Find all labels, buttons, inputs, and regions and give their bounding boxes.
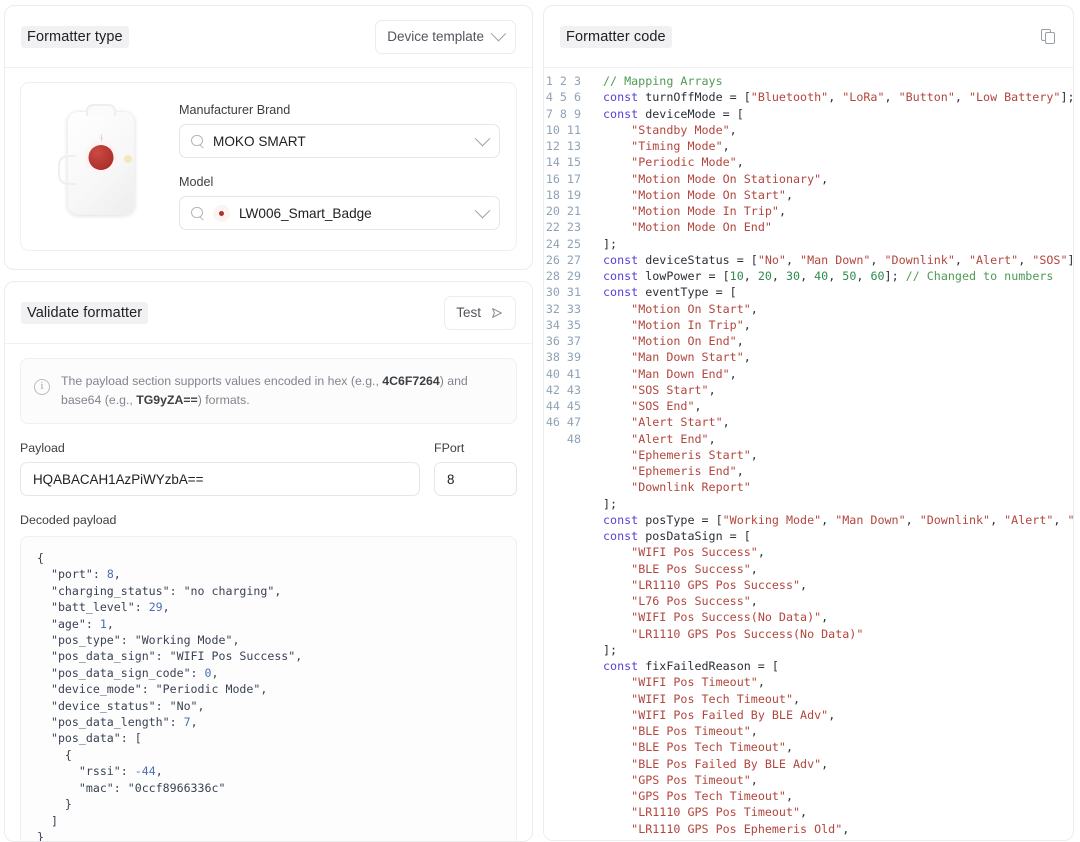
device-template-dropdown[interactable]: Device template bbox=[375, 19, 516, 54]
info-circle-icon: i bbox=[34, 379, 50, 395]
payload-info-text: The payload section supports values enco… bbox=[61, 372, 502, 410]
device-speaker-icon: ∙|∙ bbox=[98, 135, 104, 142]
code-editor[interactable]: 1 2 3 4 5 6 7 8 9 10 11 12 13 14 15 16 1… bbox=[544, 68, 1073, 840]
code-content[interactable]: // Mapping Arrays const turnOffMode = ["… bbox=[590, 73, 1073, 840]
manufacturer-select[interactable]: MOKO SMART bbox=[179, 124, 500, 158]
fport-field: FPort bbox=[434, 441, 517, 496]
validate-formatter-header: Validate formatter Test bbox=[5, 282, 532, 344]
manufacturer-value: MOKO SMART bbox=[213, 133, 306, 149]
formatter-code-header: Formatter code bbox=[544, 6, 1073, 68]
device-led-icon bbox=[124, 155, 132, 163]
formatter-code-card: Formatter code 1 2 3 4 5 6 7 8 9 10 11 1… bbox=[543, 5, 1074, 841]
formatter-page: Formatter type Device template ∙|∙ Manuf… bbox=[0, 0, 1080, 842]
payload-fields-row: Payload FPort bbox=[20, 441, 517, 496]
search-icon bbox=[191, 134, 204, 148]
payload-input[interactable] bbox=[20, 462, 420, 496]
model-label: Model bbox=[179, 175, 214, 189]
payload-info-banner: i The payload section supports values en… bbox=[20, 358, 517, 424]
fport-label: FPort bbox=[434, 441, 465, 455]
field-spacer bbox=[179, 158, 500, 175]
info-suffix: ) formats. bbox=[197, 393, 250, 407]
chevron-down-icon bbox=[490, 25, 507, 42]
copy-icon[interactable] bbox=[1041, 28, 1057, 45]
device-image-wrap: ∙|∙ bbox=[37, 101, 165, 215]
info-prefix: The payload section supports values enco… bbox=[61, 374, 383, 388]
payload-field: Payload bbox=[20, 441, 420, 496]
formatter-type-card: Formatter type Device template ∙|∙ Manuf… bbox=[4, 5, 533, 270]
decoded-payload-label: Decoded payload bbox=[20, 513, 117, 527]
formatter-type-title: Formatter type bbox=[21, 25, 129, 48]
chevron-down-icon bbox=[474, 202, 491, 218]
decoded-payload-output: { "port": 8, "charging_status": "no char… bbox=[20, 536, 517, 841]
search-icon bbox=[191, 206, 204, 220]
test-button-label: Test bbox=[456, 305, 481, 320]
formatter-code-title: Formatter code bbox=[560, 25, 672, 48]
right-column: Formatter code 1 2 3 4 5 6 7 8 9 10 11 1… bbox=[543, 5, 1078, 842]
send-test-icon bbox=[492, 307, 502, 318]
info-hex-example: 4C6F7264 bbox=[382, 374, 440, 388]
device-template-label: Device template bbox=[387, 29, 484, 44]
device-sos-button-icon bbox=[88, 145, 114, 170]
validate-formatter-title: Validate formatter bbox=[21, 301, 149, 324]
test-button[interactable]: Test bbox=[444, 295, 516, 330]
validate-body: i The payload section supports values en… bbox=[5, 344, 532, 841]
formatter-type-header: Formatter type Device template bbox=[5, 6, 532, 68]
validate-formatter-card: Validate formatter Test i The payload se… bbox=[4, 281, 533, 842]
device-selector-body: ∙|∙ Manufacturer Brand MOKO SMART Model … bbox=[5, 68, 532, 269]
info-b64-example: TG9yZA== bbox=[136, 393, 198, 407]
chevron-down-icon bbox=[474, 130, 491, 146]
device-selector-inner: ∙|∙ Manufacturer Brand MOKO SMART Model … bbox=[20, 82, 517, 251]
model-avatar-icon bbox=[213, 204, 230, 222]
manufacturer-label: Manufacturer Brand bbox=[179, 103, 291, 117]
model-select[interactable]: LW006_Smart_Badge bbox=[179, 196, 500, 230]
code-line-numbers: 1 2 3 4 5 6 7 8 9 10 11 12 13 14 15 16 1… bbox=[545, 74, 581, 446]
model-value: LW006_Smart_Badge bbox=[239, 205, 372, 221]
fport-input[interactable] bbox=[434, 462, 517, 496]
payload-label: Payload bbox=[20, 441, 65, 455]
left-column: Formatter type Device template ∙|∙ Manuf… bbox=[0, 5, 533, 842]
device-fields: Manufacturer Brand MOKO SMART Model LW00… bbox=[179, 101, 500, 230]
smart-badge-device-image: ∙|∙ bbox=[58, 111, 135, 215]
